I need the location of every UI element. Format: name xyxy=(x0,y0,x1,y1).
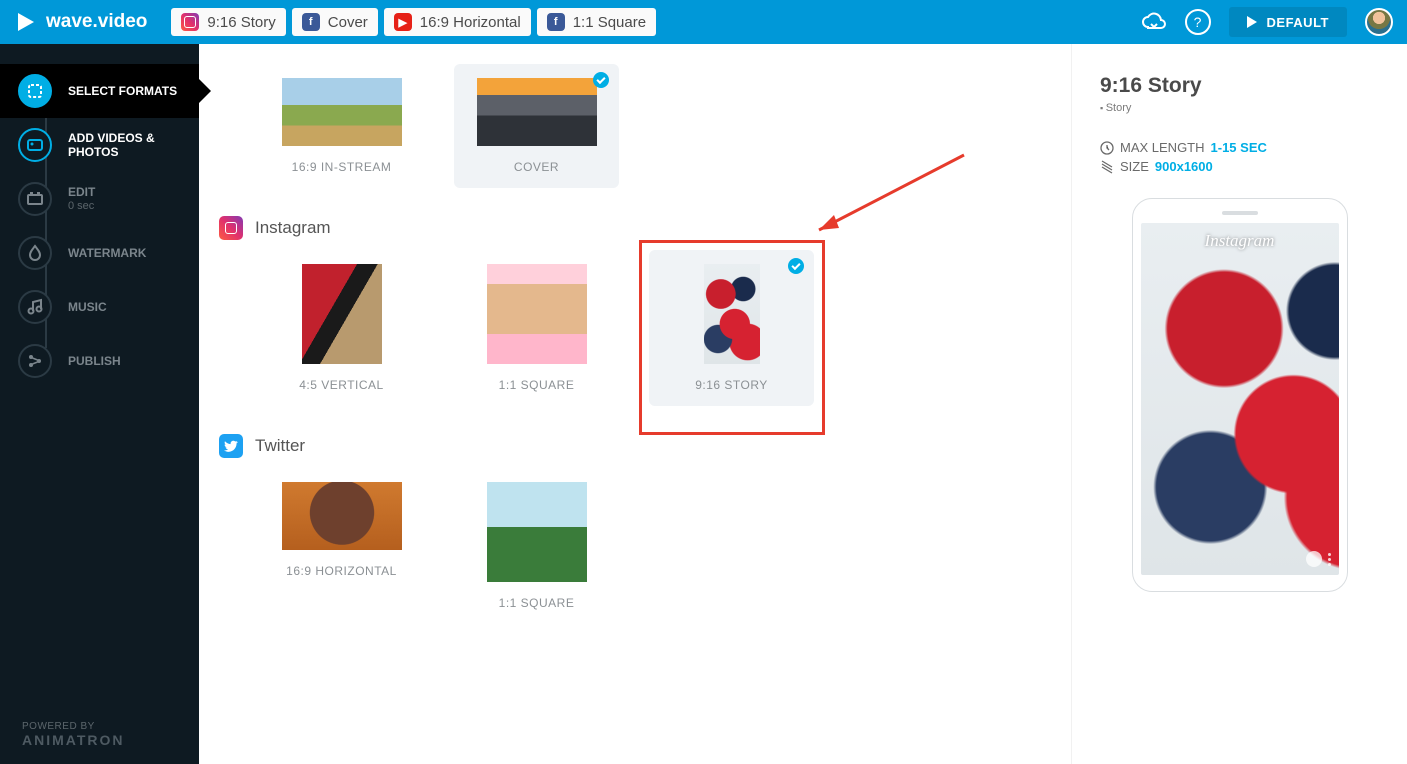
format-pill-ig[interactable]: 9:16 Story xyxy=(171,8,285,36)
edit-icon xyxy=(18,182,52,216)
format-thumbnail xyxy=(282,482,402,550)
format-pill-fb[interactable]: f 1:1 Square xyxy=(537,8,656,36)
format-card-ig-45[interactable]: 4:5 VERTICAL xyxy=(259,250,424,406)
more-icon xyxy=(1328,552,1331,567)
screen-app-label: Instagram xyxy=(1141,231,1339,251)
selected-check-icon xyxy=(593,72,609,88)
brand-text: wave.video xyxy=(46,11,147,32)
sidebar-item-watermark[interactable]: WATERMARK xyxy=(0,226,199,280)
top-right: ? DEFAULT xyxy=(1141,7,1393,37)
format-thumbnail xyxy=(282,78,402,146)
capture-button-icon xyxy=(1306,551,1322,567)
pill-label: 1:1 Square xyxy=(573,14,646,31)
sidebar-item-label: SELECT FORMATS xyxy=(68,84,177,98)
size-value: 900x1600 xyxy=(1155,159,1213,174)
format-caption: 16:9 IN-STREAM xyxy=(292,160,392,174)
sidebar-item-publish[interactable]: PUBLISH xyxy=(0,334,199,388)
yt-icon: ▶ xyxy=(394,13,412,31)
panel-subtitle: Story xyxy=(1100,102,1379,114)
sidebar-item-add-media[interactable]: ADD VIDEOS & PHOTOS xyxy=(0,118,199,172)
sidebar: SELECT FORMATS ADD VIDEOS & PHOTOS EDIT0 s… xyxy=(0,44,199,764)
format-row: 16:9 HORIZONTAL 1:1 SQUARE xyxy=(209,458,1061,644)
powered-by-label: POWERED BY xyxy=(22,721,177,732)
pill-label: 9:16 Story xyxy=(207,14,275,31)
format-caption: 9:16 STORY xyxy=(695,378,768,392)
ig-icon xyxy=(181,13,199,31)
add-media-icon xyxy=(18,128,52,162)
wizard-steps: SELECT FORMATS ADD VIDEOS & PHOTOS EDIT0 s… xyxy=(0,44,199,388)
format-card-fb-cover[interactable]: COVER xyxy=(454,64,619,188)
format-row: 4:5 VERTICAL 1:1 SQUARE 9:16 STORY xyxy=(209,240,1061,426)
sidebar-item-label: EDIT0 sec xyxy=(68,185,95,213)
sidebar-item-music[interactable]: MUSIC xyxy=(0,280,199,334)
format-thumbnail xyxy=(704,264,760,364)
format-caption: 1:1 SQUARE xyxy=(499,378,575,392)
play-logo-icon xyxy=(14,10,38,34)
watermark-icon xyxy=(18,236,52,270)
ig-icon xyxy=(219,216,243,240)
default-button[interactable]: DEFAULT xyxy=(1229,7,1347,37)
format-card-ig-916[interactable]: 9:16 STORY xyxy=(649,250,814,406)
section-header-twitter: Twitter xyxy=(209,426,1061,458)
format-card-tw-169[interactable]: 16:9 HORIZONTAL xyxy=(259,468,424,624)
section-title: Twitter xyxy=(255,436,305,456)
pill-label: Cover xyxy=(328,14,368,31)
selected-check-icon xyxy=(788,258,804,274)
max-length-value: 1-15 SEC xyxy=(1211,140,1267,155)
cloud-sync-icon[interactable] xyxy=(1141,9,1167,35)
format-caption: 16:9 HORIZONTAL xyxy=(286,564,397,578)
section-title: Instagram xyxy=(255,218,331,238)
pill-label: 16:9 Horizontal xyxy=(420,14,521,31)
play-icon xyxy=(1247,16,1257,28)
phone-mockup: Instagram xyxy=(1132,198,1348,592)
format-card-fb-instream[interactable]: 16:9 IN-STREAM xyxy=(259,64,424,188)
help-icon[interactable]: ? xyxy=(1185,9,1211,35)
format-caption: COVER xyxy=(514,160,559,174)
screen-controls xyxy=(1306,551,1331,567)
select-formats-icon xyxy=(18,74,52,108)
default-button-label: DEFAULT xyxy=(1267,15,1329,30)
section-header-instagram: Instagram xyxy=(209,208,1061,240)
music-icon xyxy=(18,290,52,324)
size-row: SIZE 900x1600 xyxy=(1100,159,1379,174)
format-card-ig-11[interactable]: 1:1 SQUARE xyxy=(454,250,619,406)
formats-grid: 16:9 IN-STREAM COVER Instagram 4:5 VERTIC… xyxy=(199,44,1071,764)
phone-speaker xyxy=(1222,211,1258,215)
tw-icon xyxy=(219,434,243,458)
format-thumbnail xyxy=(487,264,587,364)
fb-icon: f xyxy=(547,13,565,31)
panel-title: 9:16 Story xyxy=(1100,74,1379,98)
sidebar-item-label: WATERMARK xyxy=(68,246,146,260)
format-caption: 1:1 SQUARE xyxy=(499,596,575,610)
format-caption: 4:5 VERTICAL xyxy=(299,378,383,392)
sidebar-item-label: PUBLISH xyxy=(68,354,121,368)
phone-screen: Instagram xyxy=(1141,223,1339,575)
sidebar-item-select-formats[interactable]: SELECT FORMATS xyxy=(0,64,199,118)
format-pill-yt[interactable]: ▶ 16:9 Horizontal xyxy=(384,8,531,36)
format-card-tw-11[interactable]: 1:1 SQUARE xyxy=(454,468,619,624)
footer-brand: ANIMATRON xyxy=(22,732,177,748)
clock-icon xyxy=(1100,141,1114,155)
sidebar-item-label: ADD VIDEOS & PHOTOS xyxy=(68,131,178,160)
fb-icon: f xyxy=(302,13,320,31)
brand-logo[interactable]: wave.video xyxy=(14,10,147,34)
format-thumbnail xyxy=(487,482,587,582)
publish-icon xyxy=(18,344,52,378)
format-pill-fb[interactable]: f Cover xyxy=(292,8,378,36)
max-length-label: MAX LENGTH xyxy=(1120,140,1205,155)
user-avatar[interactable] xyxy=(1365,8,1393,36)
format-pills: 9:16 Story f Cover ▶ 16:9 Horizontal f 1:1 Squ… xyxy=(171,8,656,36)
format-row: 16:9 IN-STREAM COVER xyxy=(209,54,1061,208)
sidebar-item-edit[interactable]: EDIT0 sec xyxy=(0,172,199,226)
sidebar-footer: POWERED BY ANIMATRON xyxy=(0,705,199,764)
size-icon xyxy=(1100,160,1114,174)
top-bar: wave.video 9:16 Story f Cover ▶ 16:9 Horizon… xyxy=(0,0,1407,44)
format-thumbnail xyxy=(477,78,597,146)
format-thumbnail xyxy=(302,264,382,364)
size-label: SIZE xyxy=(1120,159,1149,174)
sidebar-item-label: MUSIC xyxy=(68,300,107,314)
preview-panel: 9:16 Story Story MAX LENGTH 1-15 SEC SIZ… xyxy=(1071,44,1407,764)
panel-meta: MAX LENGTH 1-15 SEC SIZE 900x1600 xyxy=(1100,140,1379,174)
max-length-row: MAX LENGTH 1-15 SEC xyxy=(1100,140,1379,155)
